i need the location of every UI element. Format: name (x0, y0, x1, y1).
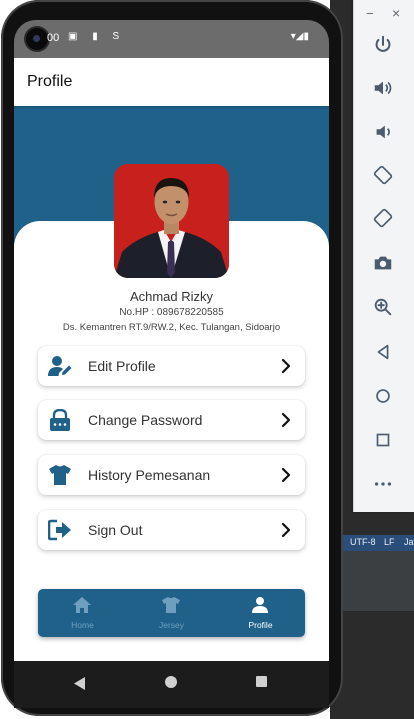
power-icon (375, 35, 391, 52)
nav-label: Home (71, 620, 94, 630)
power-button[interactable] (370, 32, 396, 58)
camera-icon (374, 256, 392, 270)
chevron-right-icon (281, 467, 291, 483)
screenshot-button[interactable] (370, 250, 396, 276)
home-button[interactable] (370, 383, 396, 409)
profile-phone: No.HP : 089678220585 (119, 307, 224, 318)
rotate-right-button[interactable] (370, 205, 396, 231)
recents-square-icon[interactable] (256, 676, 267, 687)
close-icon[interactable]: × (392, 5, 400, 21)
chevron-right-icon (281, 358, 291, 374)
page-title: Profile (27, 73, 73, 90)
person-icon (252, 597, 268, 613)
more-icon (374, 482, 392, 486)
menu-label: Change Password (88, 412, 203, 428)
jersey-icon (49, 465, 71, 485)
volume-up-icon (374, 81, 392, 95)
jersey-icon (162, 597, 180, 613)
home-circle-icon[interactable] (165, 676, 177, 688)
status-time: 00 (47, 32, 60, 44)
circle-home-icon (376, 389, 390, 403)
lock-icon (50, 409, 70, 431)
triangle-back-icon (377, 344, 389, 360)
notification-icons: ▣ ▮ S (68, 31, 126, 42)
chevron-right-icon (281, 412, 291, 428)
more-button[interactable] (370, 471, 396, 497)
menu-sign-out[interactable]: Sign Out (38, 510, 305, 550)
zoom-button[interactable] (370, 294, 396, 320)
app-bar: Profile (14, 58, 329, 106)
nav-label: Profile (248, 620, 273, 630)
back-button[interactable] (370, 339, 396, 365)
encoding-label[interactable]: UTF-8 (350, 537, 376, 547)
chevron-right-icon (281, 522, 291, 538)
rotate-left-icon (373, 165, 393, 185)
volume-down-button[interactable] (370, 119, 396, 145)
emulator-toolbar: − × (353, 0, 414, 512)
nav-home[interactable]: Home (38, 589, 127, 637)
line-separator-label[interactable]: LF (384, 537, 395, 547)
overview-button[interactable] (370, 427, 396, 453)
avatar (114, 164, 229, 278)
front-camera (26, 28, 48, 50)
home-icon (73, 597, 91, 613)
status-bar: 00 ▣ ▮ S ▾◢▮ (14, 20, 329, 58)
emulator-window-controls: − × (354, 5, 414, 21)
menu-change-password[interactable]: Change Password (38, 400, 305, 440)
nav-jersey[interactable]: Jersey (127, 589, 216, 637)
nav-label: Jersey (158, 620, 185, 630)
menu-label: Sign Out (88, 522, 143, 538)
minimize-icon[interactable]: − (366, 6, 374, 21)
profile-photo (114, 164, 229, 278)
menu-edit-profile[interactable]: Edit Profile (38, 346, 305, 386)
menu-label: Edit Profile (88, 358, 156, 374)
ide-panel (340, 551, 414, 611)
signal-battery-icon: ▾◢▮ (290, 31, 309, 42)
file-type-label[interactable]: Jav (404, 537, 414, 547)
profile-address: Ds. Kemantren RT.9/RW.2, Kec. Tulangan, … (62, 322, 281, 333)
app-content: Profile Achmad Rizky No.HP: 08967822058… (14, 58, 329, 661)
edit-user-icon (48, 356, 72, 376)
bottom-navigation: Home Jersey Profile (38, 589, 305, 637)
volume-up-button[interactable] (370, 75, 396, 101)
rotate-right-icon (373, 208, 393, 228)
phone-screen: 00 ▣ ▮ S ▾◢▮ Profile Achmad Rizky No.HP … (14, 20, 329, 708)
menu-history-pemesanan[interactable]: History Pemesanan (38, 455, 305, 495)
profile-name: Achmad Rizky (129, 289, 214, 304)
android-navigation-bar (14, 661, 329, 708)
menu-label: History Pemesanan (88, 467, 211, 483)
zoom-icon (374, 298, 392, 316)
nav-profile[interactable]: Profile (216, 589, 305, 637)
rotate-left-button[interactable] (370, 162, 396, 188)
sign-out-icon (48, 519, 71, 541)
volume-down-icon (376, 125, 390, 139)
back-triangle-icon[interactable] (74, 677, 86, 690)
phone-frame: 00 ▣ ▮ S ▾◢▮ Profile Achmad Rizky No.HP … (1, 0, 343, 716)
square-overview-icon (376, 433, 390, 447)
